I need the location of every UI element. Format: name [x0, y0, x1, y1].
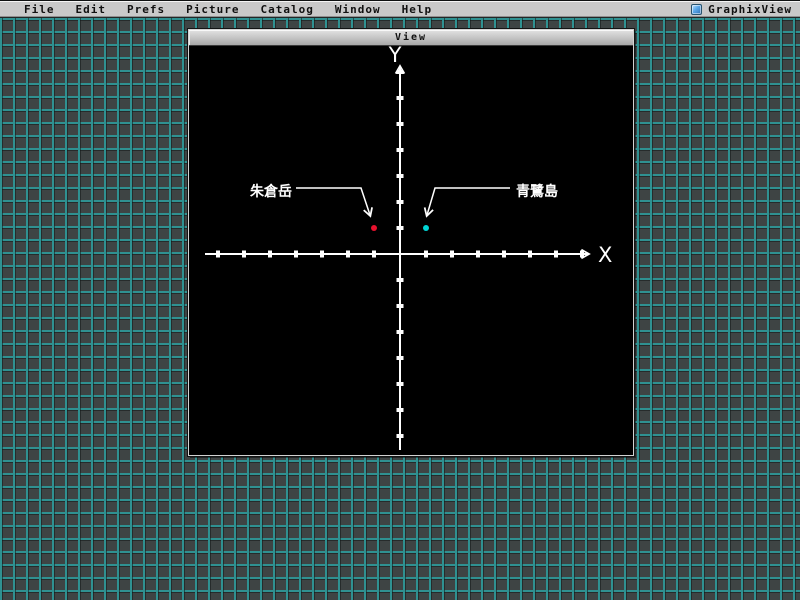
x-axis-tick [554, 250, 558, 258]
y-axis-tick [396, 278, 404, 282]
x-axis-tick [502, 250, 506, 258]
desktop-background: File Edit Prefs Picture Catalog Window H… [0, 0, 800, 600]
callout-leader-line [423, 187, 510, 218]
y-axis-tick [396, 382, 404, 386]
data-point[interactable] [371, 225, 377, 231]
point-label: 朱倉岳 [250, 183, 292, 200]
x-axis-tick [294, 250, 298, 258]
menu-prefs[interactable]: Prefs [127, 3, 165, 16]
x-axis-tick [424, 250, 428, 258]
y-axis-tick [396, 356, 404, 360]
x-axis-tick [216, 250, 220, 258]
menu-bar: File Edit Prefs Picture Catalog Window H… [0, 0, 800, 18]
menu-items: File Edit Prefs Picture Catalog Window H… [0, 3, 432, 16]
scatter-plot[interactable]: X Y 朱倉岳 青鷺島 [189, 46, 633, 455]
y-axis-tick [396, 330, 404, 334]
application-menu[interactable]: GraphixView [691, 3, 800, 16]
callout-leader-line [296, 187, 373, 218]
menu-edit[interactable]: Edit [76, 3, 107, 16]
x-axis-tick [268, 250, 272, 258]
y-axis-tick [396, 200, 404, 204]
y-axis-label: Y [388, 46, 402, 67]
y-axis-tick [396, 70, 404, 74]
menu-file[interactable]: File [24, 3, 55, 16]
x-axis-tick [372, 250, 376, 258]
y-axis-tick [396, 434, 404, 438]
x-axis-tick [346, 250, 350, 258]
y-axis-tick [396, 148, 404, 152]
x-axis-tick [528, 250, 532, 258]
y-axis-tick [396, 122, 404, 126]
x-axis-tick [580, 250, 584, 258]
y-axis-tick [396, 96, 404, 100]
y-axis-tick [396, 174, 404, 178]
x-axis-label: X [598, 243, 612, 267]
app-name-label: GraphixView [708, 2, 792, 16]
x-axis-tick [450, 250, 454, 258]
plot-canvas[interactable]: X Y 朱倉岳 青鷺島 [189, 46, 633, 455]
point-label: 青鷺島 [516, 183, 558, 200]
menu-window[interactable]: Window [335, 3, 381, 16]
app-icon [691, 3, 703, 15]
y-axis-tick [396, 304, 404, 308]
menu-help[interactable]: Help [402, 3, 433, 16]
menu-picture[interactable]: Picture [186, 3, 239, 16]
window-title-bar[interactable]: View [189, 30, 633, 46]
view-window: View X Y 朱倉岳 青鷺島 [187, 28, 635, 457]
data-point[interactable] [423, 225, 429, 231]
window-title: View [394, 32, 428, 43]
x-axis-tick [476, 250, 480, 258]
x-axis-tick [242, 250, 246, 258]
y-axis-tick [396, 226, 404, 230]
x-axis-tick [320, 250, 324, 258]
menu-catalog[interactable]: Catalog [260, 3, 313, 16]
y-axis-tick [396, 408, 404, 412]
